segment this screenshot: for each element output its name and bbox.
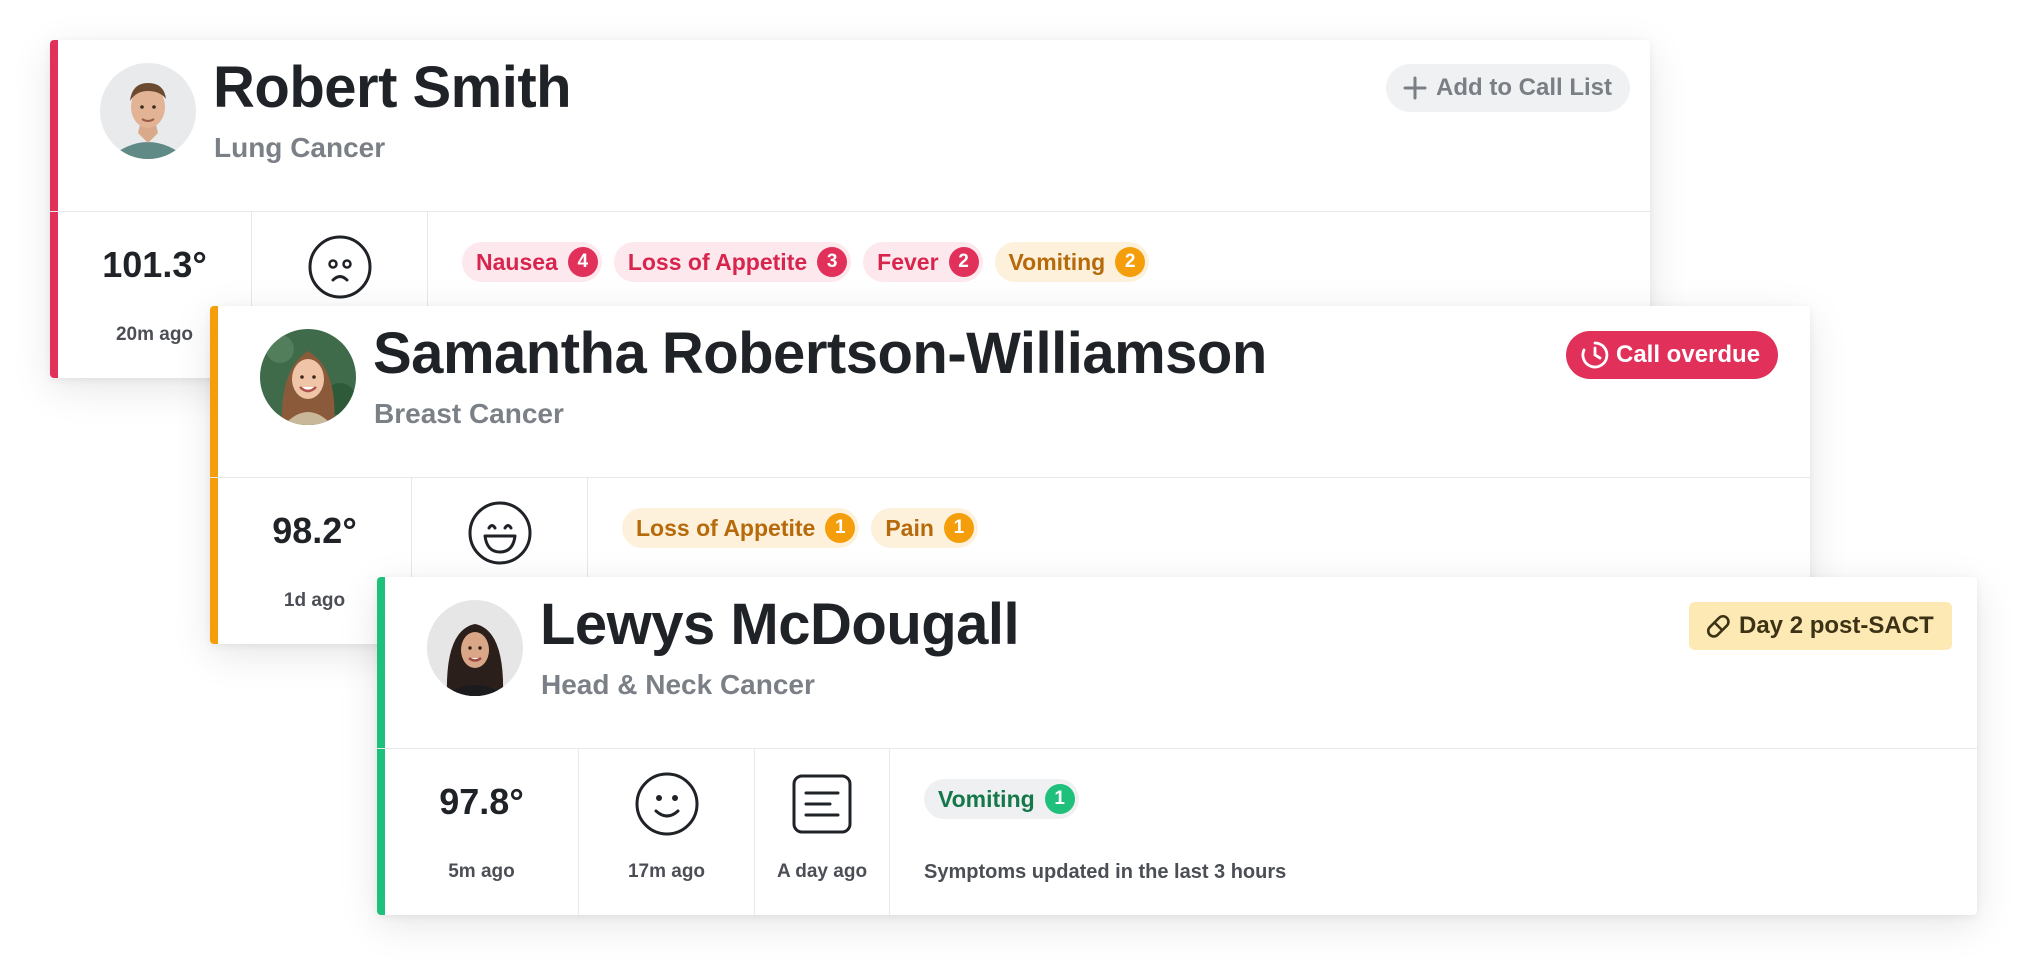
add-to-call-list-button[interactable]: Add to Call List bbox=[1386, 64, 1630, 112]
notes-icon bbox=[789, 771, 855, 842]
patient-diagnosis: Breast Cancer bbox=[374, 398, 564, 429]
symptoms-cell: Vomiting 1 Symptoms updated in the last … bbox=[890, 749, 1977, 915]
symptom-chip[interactable]: Fever 2 bbox=[863, 242, 983, 282]
smile-face-icon bbox=[634, 771, 700, 842]
symptom-label: Loss of Appetite bbox=[627, 248, 808, 275]
sad-face-icon bbox=[307, 234, 373, 305]
call-overdue-badge[interactable]: Call overdue bbox=[1566, 331, 1779, 379]
symptom-label: Vomiting bbox=[938, 785, 1035, 812]
symptom-label: Fever bbox=[877, 248, 939, 275]
symptom-chip[interactable]: Vomiting 1 bbox=[924, 779, 1079, 819]
add-to-call-list-label: Add to Call List bbox=[1436, 74, 1612, 101]
symptom-label: Vomiting bbox=[1008, 248, 1106, 275]
symptom-chip[interactable]: Loss of Appetite 1 bbox=[622, 508, 860, 548]
mood-cell[interactable]: 17m ago bbox=[579, 749, 755, 915]
temperature-value: 98.2° bbox=[272, 510, 357, 551]
symptom-chip[interactable]: Pain 1 bbox=[871, 508, 978, 548]
plus-icon bbox=[1400, 73, 1430, 103]
symptom-count: 1 bbox=[943, 513, 974, 543]
mood-time: 17m ago bbox=[627, 861, 706, 882]
pill-icon bbox=[1703, 611, 1733, 641]
card-metrics-row: 97.8° 5m ago 17m ago A day ago Vomiting … bbox=[377, 749, 1977, 915]
symptom-count: 1 bbox=[1044, 784, 1075, 814]
avatar bbox=[260, 329, 356, 425]
call-overdue-label: Call overdue bbox=[1616, 341, 1761, 368]
symptom-count: 2 bbox=[1115, 247, 1146, 277]
symptom-count: 1 bbox=[825, 513, 856, 543]
symptom-label: Loss of Appetite bbox=[636, 514, 816, 541]
notes-time: A day ago bbox=[776, 861, 868, 882]
patient-name: Samantha Robertson-Williamson bbox=[373, 321, 1267, 386]
symptom-label: Pain bbox=[885, 514, 934, 541]
symptom-chip[interactable]: Vomiting 2 bbox=[994, 242, 1150, 282]
temperature-value: 101.3° bbox=[102, 244, 207, 285]
symptoms-update-note: Symptoms updated in the last 3 hours bbox=[924, 861, 1287, 883]
symptom-label: Nausea bbox=[476, 248, 558, 275]
symptom-count: 2 bbox=[948, 247, 979, 277]
temperature-cell[interactable]: 97.8° 5m ago bbox=[385, 749, 579, 915]
symptom-count: 3 bbox=[817, 247, 848, 277]
patient-card-lewys-mcdougall[interactable]: Lewys McDougall Head & Neck Cancer Day 2… bbox=[377, 577, 1977, 915]
patient-name: Robert Smith bbox=[213, 55, 572, 120]
card-header: Lewys McDougall Head & Neck Cancer Day 2… bbox=[377, 577, 1977, 749]
temperature-value: 97.8° bbox=[439, 781, 524, 822]
patient-diagnosis: Head & Neck Cancer bbox=[541, 669, 815, 700]
post-sact-badge: Day 2 post-SACT bbox=[1689, 602, 1952, 650]
clock-icon bbox=[1580, 340, 1610, 370]
symptom-chip[interactable]: Loss of Appetite 3 bbox=[613, 242, 852, 282]
card-header: Robert Smith Lung Cancer Add to Call Lis… bbox=[50, 40, 1650, 212]
notes-cell[interactable]: A day ago bbox=[755, 749, 890, 915]
temperature-time: 5m ago bbox=[448, 861, 515, 882]
card-header: Samantha Robertson-Williamson Breast Can… bbox=[210, 306, 1810, 478]
post-sact-label: Day 2 post-SACT bbox=[1739, 612, 1934, 639]
symptom-chip[interactable]: Nausea 4 bbox=[462, 242, 602, 282]
avatar bbox=[427, 600, 523, 696]
symptom-count: 4 bbox=[567, 247, 598, 277]
avatar bbox=[100, 63, 196, 159]
patient-diagnosis: Lung Cancer bbox=[214, 132, 386, 163]
grin-face-icon bbox=[467, 500, 533, 571]
patient-name: Lewys McDougall bbox=[540, 592, 1020, 657]
